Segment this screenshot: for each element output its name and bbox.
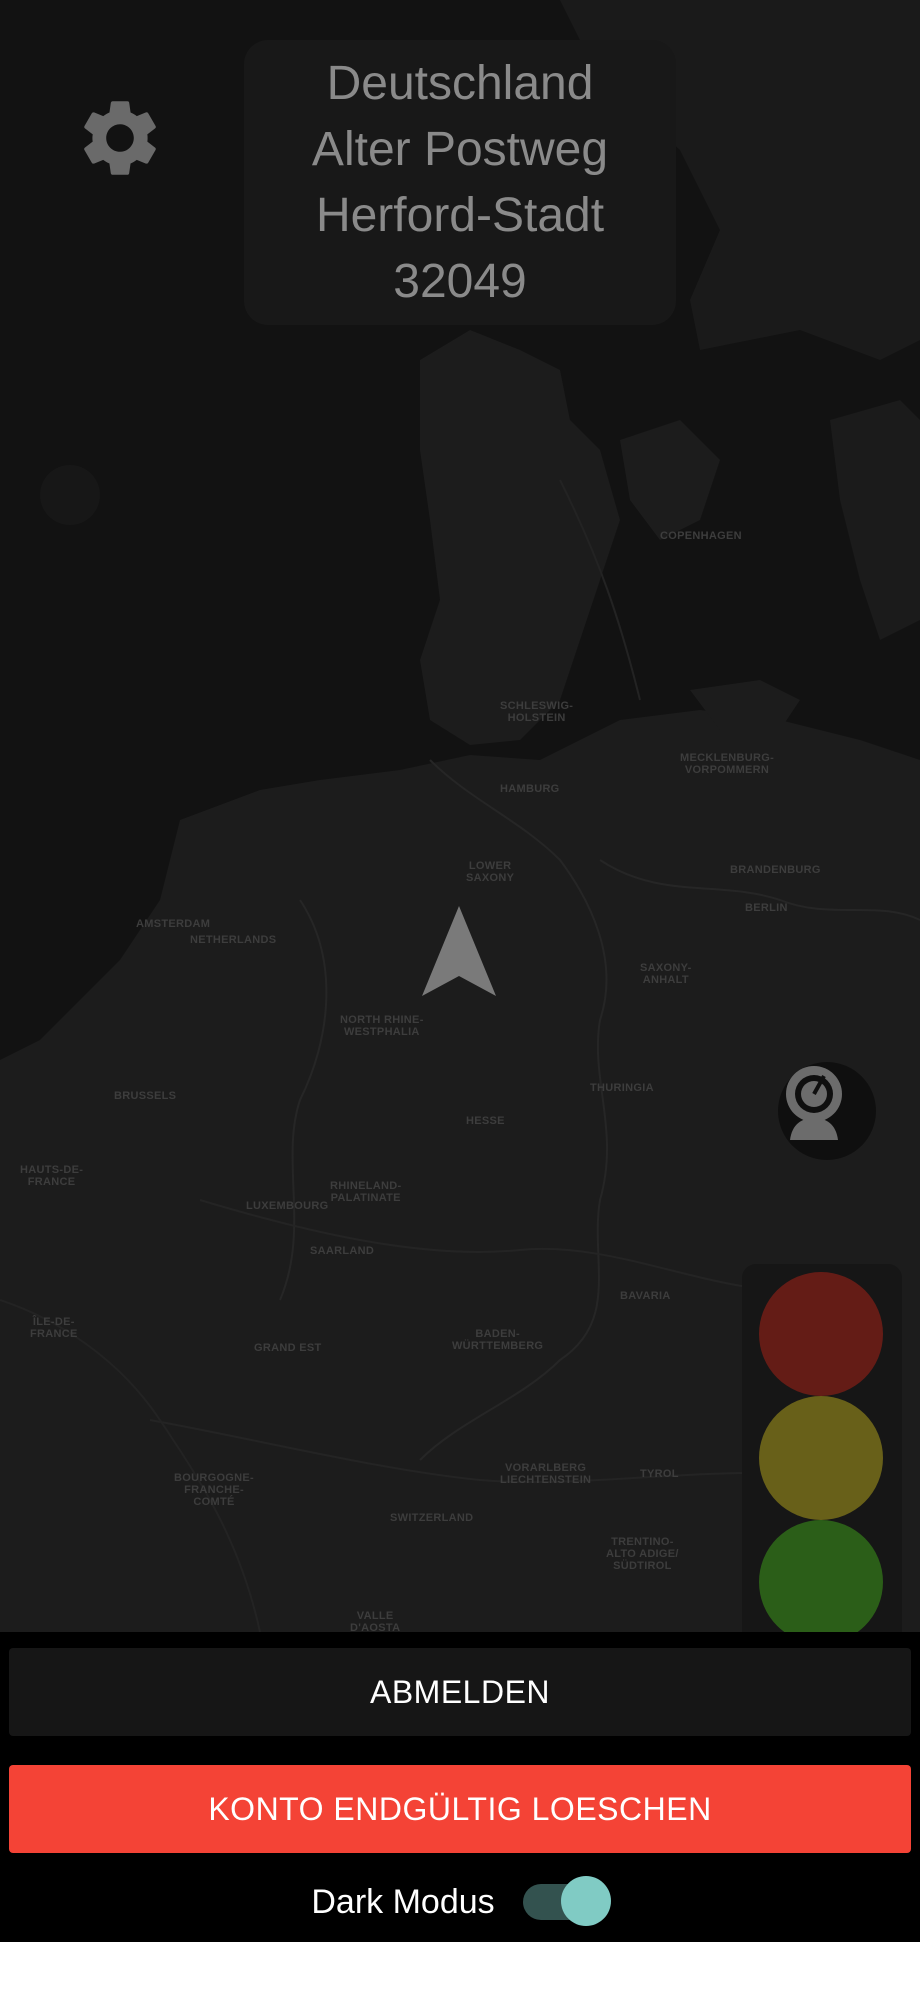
address-postal-code: 32049	[393, 254, 527, 308]
delete-account-button[interactable]: KONTO ENDGÜLTIG LOESCHEN	[9, 1765, 911, 1853]
address-city: Herford-Stadt	[315, 188, 605, 242]
address-country: Deutschland	[326, 56, 594, 110]
map-label: HAUTS-DE- FRANCE	[20, 1164, 84, 1188]
map-label: SCHLESWIG- HOLSTEIN	[500, 700, 574, 724]
map-label: BADEN- WÜRTTEMBERG	[452, 1328, 544, 1352]
map-label: SAXONY- ANHALT	[640, 962, 692, 986]
map-label: ÎLE-DE- FRANCE	[30, 1316, 78, 1340]
map-label: BRANDENBURG	[730, 864, 821, 876]
traffic-light-yellow[interactable]	[759, 1396, 883, 1520]
map-label: LOWER SAXONY	[466, 860, 515, 884]
gear-icon	[84, 101, 156, 175]
address-panel: Deutschland Alter Postweg Herford-Stadt …	[244, 40, 676, 325]
dark-mode-row: Dark Modus	[0, 1872, 920, 1932]
logout-button[interactable]: ABMELDEN	[9, 1648, 911, 1736]
map-label: GRAND EST	[254, 1342, 322, 1354]
map-label: THURINGIA	[590, 1082, 654, 1094]
address-street: Alter Postweg	[311, 122, 609, 176]
navigation-arrow-icon	[418, 902, 500, 1002]
map-view[interactable]: SCHLESWIG- HOLSTEIN HAMBURG MECKLENBURG-…	[0, 0, 920, 1632]
map-label: LUXEMBOURG	[246, 1200, 329, 1212]
map-label: BOURGOGNE- FRANCHE- COMTÉ	[174, 1472, 254, 1508]
map-label: COPENHAGEN	[660, 530, 742, 542]
map-label: MECKLENBURG- VORPOMMERN	[680, 752, 775, 776]
map-label: HAMBURG	[500, 783, 560, 795]
map-label: RHINELAND- PALATINATE	[330, 1180, 402, 1204]
map-label: SAARLAND	[310, 1245, 375, 1257]
map-label: BAVARIA	[620, 1290, 671, 1302]
map-label: TYROL	[640, 1468, 679, 1480]
traffic-light-green[interactable]	[759, 1520, 883, 1632]
traffic-light-red[interactable]	[759, 1272, 883, 1396]
settings-button[interactable]	[74, 92, 170, 188]
map-label: TRENTINO- ALTO ADIGE/ SÜDTIROL	[606, 1536, 679, 1572]
dark-mode-toggle[interactable]	[522, 1876, 611, 1928]
map-label: BERLIN	[745, 902, 788, 914]
app-screen: SCHLESWIG- HOLSTEIN HAMBURG MECKLENBURG-…	[0, 0, 920, 1942]
map-label: HESSE	[466, 1115, 505, 1127]
dark-mode-label: Dark Modus	[311, 1882, 495, 1921]
map-label: BRUSSELS	[114, 1090, 177, 1102]
map-label: SWITZERLAND	[390, 1512, 474, 1524]
map-label: NORTH RHINE- WESTPHALIA	[340, 1014, 424, 1038]
toggle-thumb	[560, 1876, 611, 1926]
speed-camera-button[interactable]	[778, 1062, 876, 1160]
traffic-light	[742, 1264, 902, 1632]
map-label: AMSTERDAM	[136, 918, 211, 930]
speed-camera-icon	[786, 1066, 842, 1140]
map-label: VALLE D'AOSTA	[350, 1610, 401, 1632]
map-label: VORARLBERG LIECHTENSTEIN	[500, 1462, 592, 1486]
map-label: NETHERLANDS	[190, 934, 277, 946]
